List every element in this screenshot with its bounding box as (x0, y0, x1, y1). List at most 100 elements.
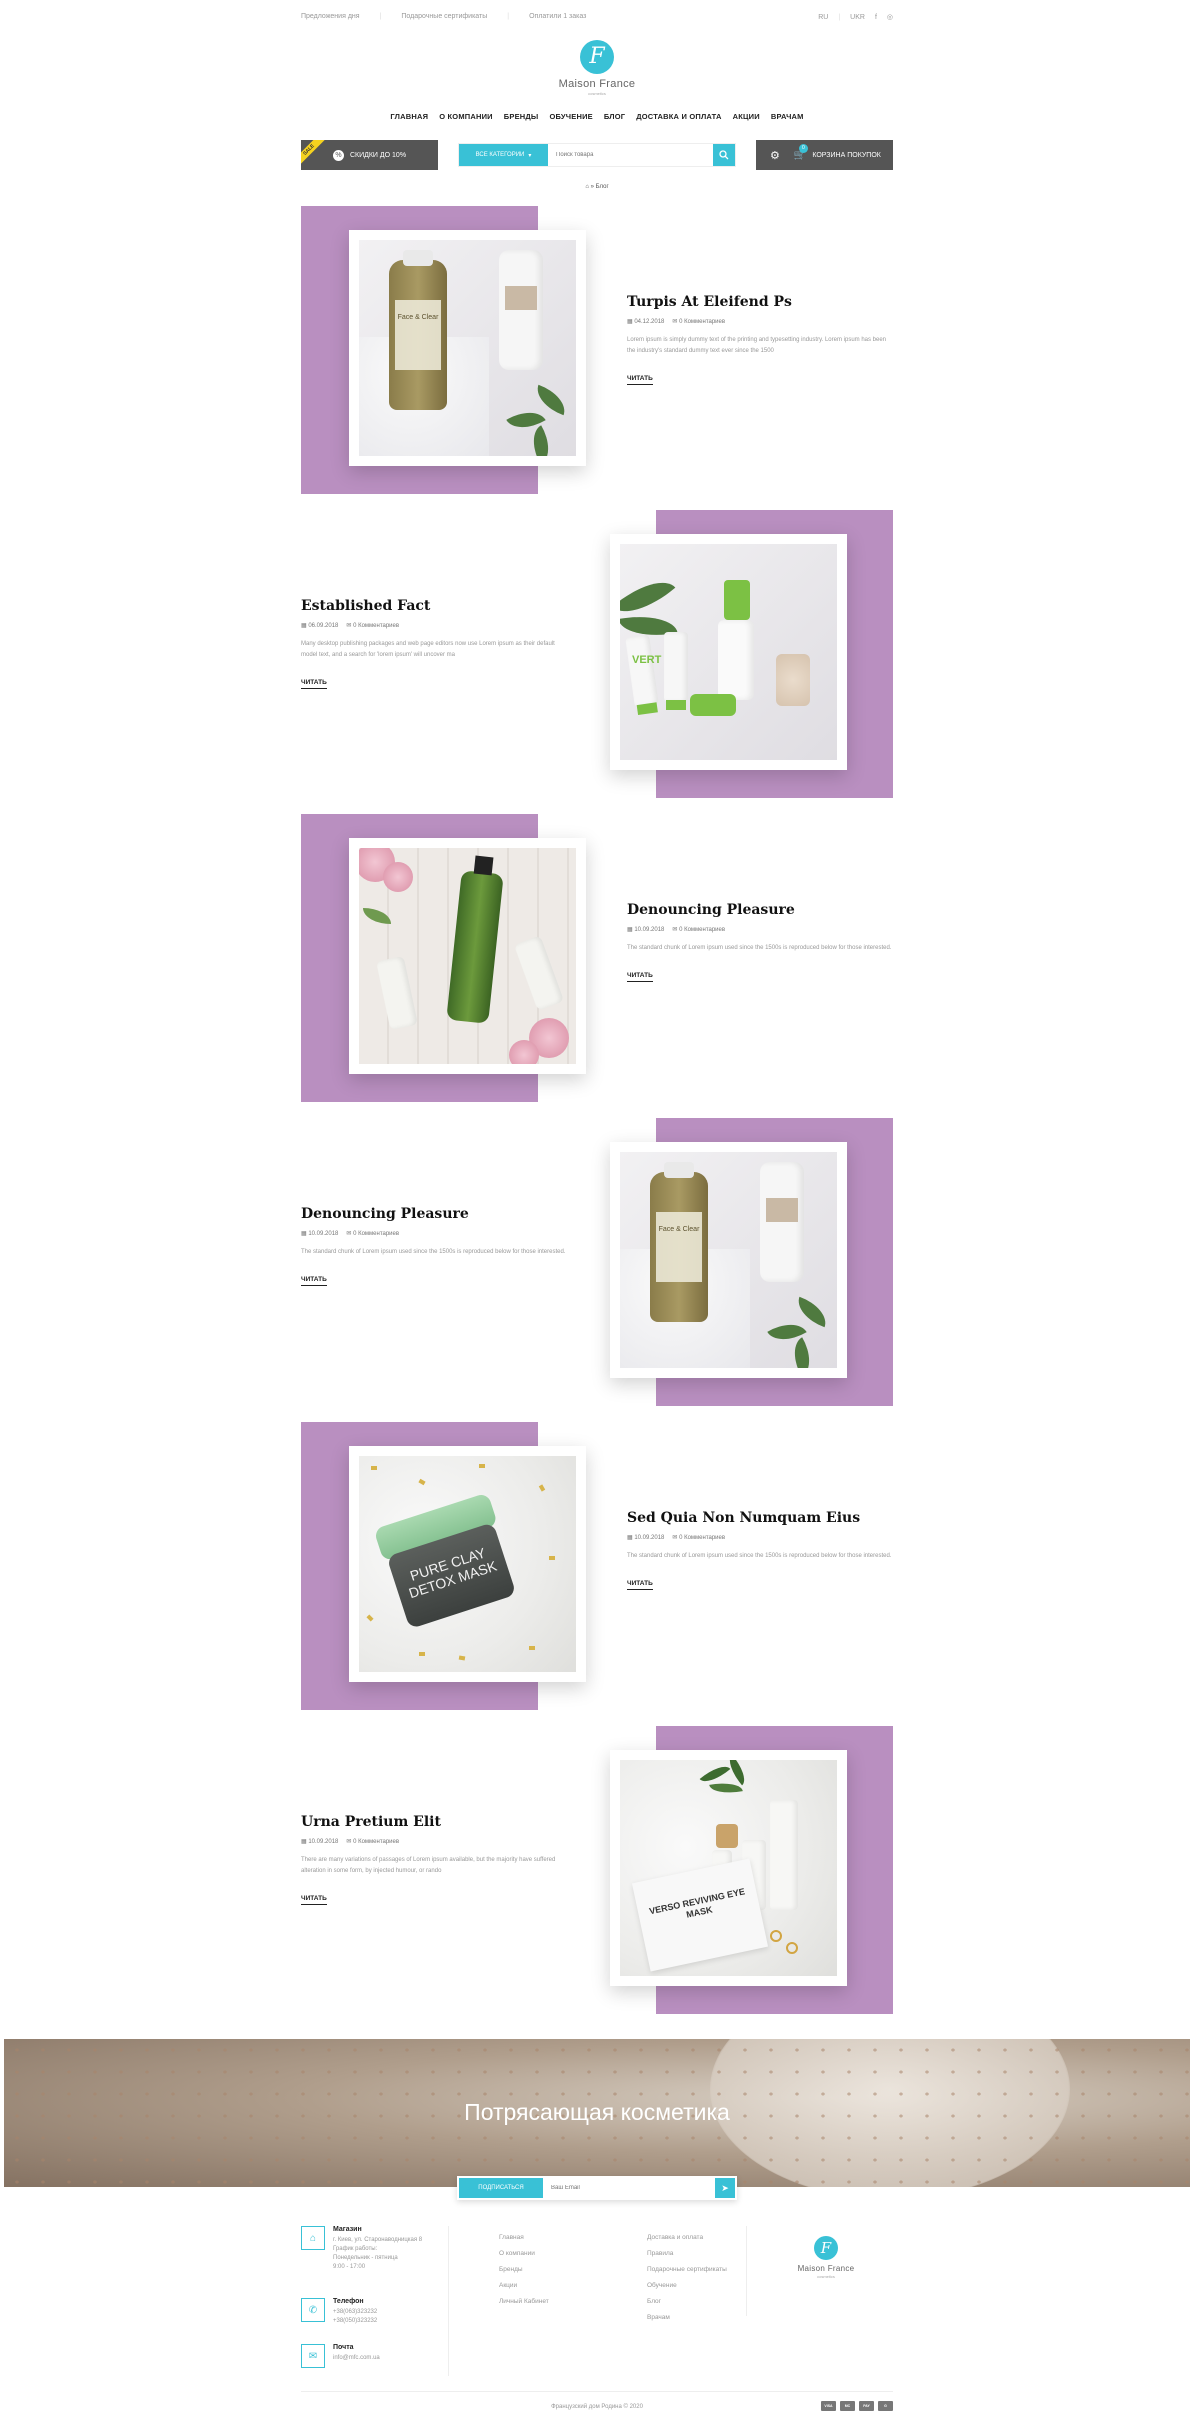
home-icon[interactable]: ⌂ (585, 184, 589, 190)
search-button[interactable] (713, 144, 735, 166)
post-comments: 0 Комментариев (353, 1839, 400, 1845)
post-meta: ▦ 04.12.2018 ✉ 0 Комментариев (627, 318, 892, 325)
nav-item-home[interactable]: ГЛАВНАЯ (390, 112, 428, 121)
footer-link[interactable]: Врачам (647, 2314, 727, 2321)
email-field[interactable] (543, 2185, 715, 2191)
footer-link[interactable]: Блог (647, 2298, 727, 2305)
comment-icon: ✉ (346, 623, 352, 629)
shop-address: г. Киев, ул. Старонаводницкая 8 (333, 2237, 423, 2243)
logo-mark-icon (814, 2236, 838, 2260)
site-logo[interactable]: Maison France cosmetics (0, 40, 1194, 96)
category-dropdown[interactable]: ВСЕ КАТЕГОРИИ ▾ (459, 144, 548, 166)
post-title[interactable]: Urna Pretium Elit (301, 1814, 566, 1830)
post-content: Turpis At Eleifend Ps ▦ 04.12.2018 ✉ 0 К… (627, 294, 892, 385)
nav-item-training[interactable]: ОБУЧЕНИЕ (549, 112, 592, 121)
post-image-frame[interactable]: Face & Clear (349, 230, 586, 466)
post-image-frame[interactable]: Face & Clear (610, 1142, 847, 1378)
breadcrumb: ⌂ » Блог (0, 184, 1194, 190)
banner-title: Потрясающая косметика (464, 2099, 730, 2125)
footer-link[interactable]: Бренды (499, 2266, 549, 2273)
copyright-bar: Французский дом Родина © 2020 VISA MC PA… (301, 2391, 893, 2421)
send-button[interactable]: ➤ (715, 2178, 735, 2198)
sale-ribbon: SALE (301, 140, 326, 167)
blog-post: Denouncing Pleasure ▦ 10.09.2018 ✉ 0 Ком… (301, 814, 893, 1102)
top-link-deals[interactable]: Предложения дня (301, 13, 360, 20)
shop-hours: 9:00 - 17:00 (333, 2264, 366, 2270)
footer-link[interactable]: Личный Кабинет (499, 2298, 549, 2305)
post-title[interactable]: Denouncing Pleasure (627, 902, 892, 918)
email-link[interactable]: info@mfc.com.ua (333, 2354, 380, 2363)
subscribe-form: ПОДПИСАТЬСЯ ➤ (457, 2176, 737, 2200)
footer-link[interactable]: Правила (647, 2250, 727, 2257)
google-pay-icon: G (878, 2401, 893, 2411)
nav-item-doctors[interactable]: ВРАЧАМ (771, 112, 804, 121)
read-more-link[interactable]: ЧИТАТЬ (301, 679, 327, 689)
post-meta: ▦ 10.09.2018 ✉ 0 Комментариев (627, 1534, 892, 1541)
logo-subtitle: cosmetics (817, 2274, 835, 2279)
blog-post: VERSO REVIVING EYE MASK Urna Pretium Eli… (301, 1726, 893, 2014)
subscribe-button[interactable]: ПОДПИСАТЬСЯ (459, 2178, 543, 2198)
shop-days: Понедельник - пятница (333, 2255, 398, 2261)
comment-icon: ✉ (346, 1231, 352, 1237)
read-more-link[interactable]: ЧИТАТЬ (301, 1276, 327, 1286)
footer-link[interactable]: Доставка и оплата (647, 2234, 727, 2241)
footer-logo[interactable]: Maison France cosmetics (786, 2236, 866, 2279)
post-date: 06.09.2018 (308, 623, 339, 629)
post-image: VERT (620, 544, 837, 760)
top-link-certificates[interactable]: Подарочные сертификаты (380, 13, 487, 20)
post-image-frame[interactable] (349, 838, 586, 1074)
blog-post: Face & Clear Turpis At Eleifend Ps ▦ 04.… (301, 206, 893, 494)
phone-number[interactable]: +38(063)323232 (333, 2308, 377, 2317)
post-date: 10.09.2018 (634, 927, 665, 933)
read-more-link[interactable]: ЧИТАТЬ (627, 375, 653, 385)
cart-button[interactable]: 🛒 0 КОРЗИНА ПОКУПОК (794, 143, 881, 161)
post-excerpt: Many desktop publishing packages and web… (301, 641, 555, 658)
read-more-link[interactable]: ЧИТАТЬ (627, 1580, 653, 1590)
bottle-label: Face & Clear (395, 300, 441, 370)
comment-icon: ✉ (672, 319, 678, 325)
mail-title: Почта (333, 2344, 354, 2351)
search-input[interactable] (548, 144, 713, 166)
post-content: Denouncing Pleasure ▦ 10.09.2018 ✉ 0 Ком… (627, 902, 892, 982)
post-image: Face & Clear (359, 240, 576, 456)
footer: ⌂ Магазин г. Киев, ул. Старонаводницкая … (301, 2226, 893, 2386)
footer-link[interactable]: Обучение (647, 2282, 727, 2289)
logo-name: Maison France (797, 2264, 855, 2273)
footer-link[interactable]: Подарочные сертификаты (647, 2266, 727, 2273)
top-links: Предложения дня Подарочные сертификаты О… (301, 13, 586, 20)
nav-item-delivery[interactable]: ДОСТАВКА И ОПЛАТА (636, 112, 721, 121)
footer-divider (448, 2226, 449, 2376)
footer-link[interactable]: Акции (499, 2282, 549, 2289)
nav-item-promotions[interactable]: АКЦИИ (733, 112, 760, 121)
chevron-down-icon: ▾ (528, 152, 532, 159)
post-title[interactable]: Denouncing Pleasure (301, 1206, 566, 1222)
lang-ru[interactable]: RU (818, 14, 828, 21)
nav-item-blog[interactable]: БЛОГ (604, 112, 625, 121)
nav-item-about[interactable]: О КОМПАНИИ (439, 112, 493, 121)
post-image-frame[interactable]: VERT (610, 534, 847, 770)
top-link-orders[interactable]: Оплатили 1 заказ (507, 13, 586, 20)
read-more-link[interactable]: ЧИТАТЬ (301, 1895, 327, 1905)
mastercard-icon: MC (840, 2401, 855, 2411)
mail-icon: ✉ (301, 2344, 325, 2368)
post-title[interactable]: Established Fact (301, 598, 566, 614)
settings-gear-icon[interactable]: ⚙ (770, 149, 780, 162)
post-title[interactable]: Sed Quia Non Numquam Eius (627, 1510, 892, 1526)
post-content: Urna Pretium Elit ▦ 10.09.2018 ✉ 0 Комме… (301, 1814, 566, 1905)
lang-ukr[interactable]: UKR (850, 14, 865, 21)
post-image-frame[interactable]: PURE CLAY DETOX MASK (349, 1446, 586, 1682)
read-more-link[interactable]: ЧИТАТЬ (627, 972, 653, 982)
post-image-frame[interactable]: VERSO REVIVING EYE MASK (610, 1750, 847, 1986)
post-content: Sed Quia Non Numquam Eius ▦ 10.09.2018 ✉… (627, 1510, 892, 1590)
promo-banner[interactable]: SALE % СКИДКИ ДО 10% (301, 140, 438, 170)
nav-item-brands[interactable]: БРЕНДЫ (504, 112, 539, 121)
footer-link[interactable]: О компании (499, 2250, 549, 2257)
cart-count-badge: 0 (798, 143, 808, 153)
instagram-icon[interactable]: ◎ (887, 13, 893, 21)
phone-number[interactable]: +38(050)323232 (333, 2317, 377, 2326)
post-image: Face & Clear (620, 1152, 837, 1368)
footer-link[interactable]: Главная (499, 2234, 549, 2241)
post-title[interactable]: Turpis At Eleifend Ps (627, 294, 892, 310)
post-date: 10.09.2018 (308, 1231, 339, 1237)
facebook-icon[interactable]: f (875, 14, 877, 21)
